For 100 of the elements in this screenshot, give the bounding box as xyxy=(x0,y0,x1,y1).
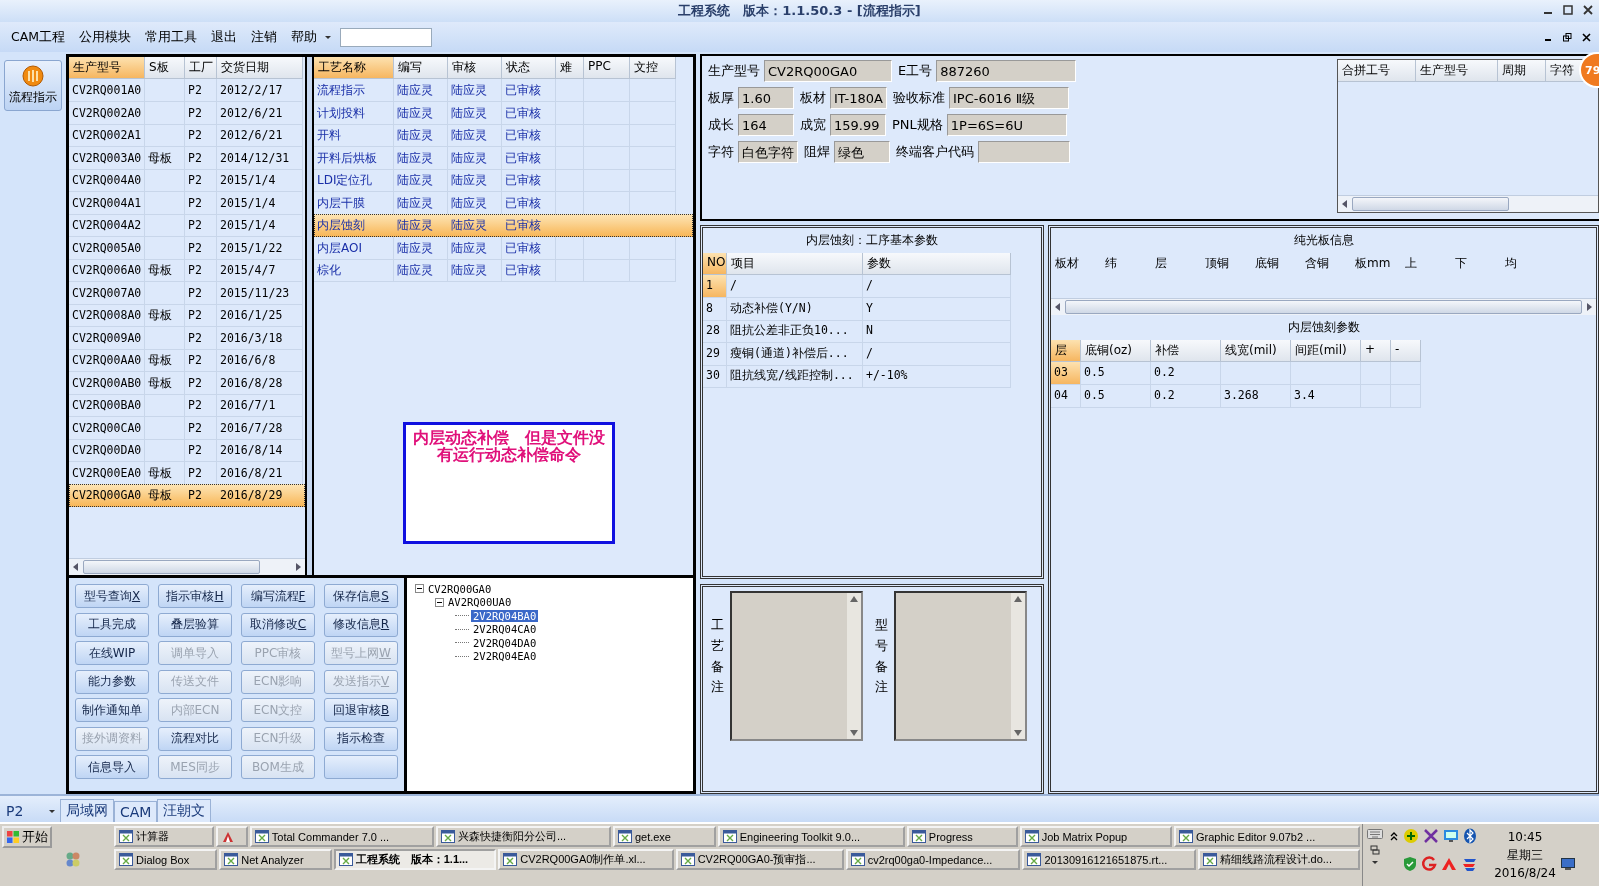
column-header[interactable]: 生产型号 xyxy=(1416,60,1498,82)
column-header[interactable]: 字符 xyxy=(1546,60,1586,82)
taskbar-button[interactable]: CV2RQ00GA0制作单.xl... xyxy=(498,849,674,870)
factory-dropdown[interactable]: P2 xyxy=(0,803,60,822)
scroll-left-icon[interactable] xyxy=(1055,303,1061,311)
text-field[interactable]: 1.60 xyxy=(738,87,794,109)
plus-icon[interactable] xyxy=(1403,828,1419,844)
taskbar-button[interactable]: Dialog Box xyxy=(114,849,218,870)
table-row[interactable]: 开料 陆应灵 陆应灵 已审核 xyxy=(314,124,693,147)
column-header[interactable]: 间距(mil) xyxy=(1291,340,1361,362)
table-row[interactable]: 内层蚀刻 陆应灵 陆应灵 已审核 xyxy=(314,214,693,237)
tree-item[interactable]: 2V2RQ04DA0 xyxy=(471,636,539,649)
column-header[interactable]: 底铜 xyxy=(1251,253,1301,274)
text-field[interactable]: IT-180A xyxy=(830,87,887,109)
table-row[interactable]: CV2RQ00AB0 母板 P2 2016/8/28 xyxy=(69,371,305,394)
text-field[interactable]: CV2RQ00GA0 xyxy=(764,60,892,82)
table-row[interactable]: CV2RQ00AA0 母板 P2 2016/6/8 xyxy=(69,349,305,372)
text-field[interactable]: 白色字符 xyxy=(738,141,798,163)
column-header[interactable]: 审核 xyxy=(448,57,502,79)
table-row[interactable]: CV2RQ003A0 母板 P2 2014/12/31 xyxy=(69,146,305,169)
column-header[interactable]: 下 xyxy=(1451,253,1501,274)
menu-item[interactable]: 常用工具 xyxy=(138,28,205,46)
column-header[interactable]: 板mm xyxy=(1351,253,1401,274)
close-icon[interactable] xyxy=(1582,32,1591,42)
dropdown-arrow-icon[interactable] xyxy=(1371,860,1379,865)
action-button[interactable]: 型号查询X xyxy=(75,584,149,608)
horizontal-scrollbar[interactable] xyxy=(69,558,305,575)
column-header[interactable]: 顶铜 xyxy=(1201,253,1251,274)
column-header[interactable]: 纬 xyxy=(1101,253,1151,274)
action-button[interactable]: 取消修改C xyxy=(241,612,315,637)
taskbar-button[interactable]: Total Commander 7.0 ... xyxy=(249,826,434,847)
scroll-right-icon[interactable] xyxy=(1586,303,1592,311)
taskbar-button[interactable]: 兴森快捷衡阳分公司... xyxy=(435,826,611,847)
table-row[interactable]: CV2RQ009A0 P2 2016/3/18 xyxy=(69,326,305,349)
scroll-right-icon[interactable] xyxy=(295,563,301,571)
nav-button[interactable]: 流程指示 xyxy=(4,60,62,111)
table-row[interactable]: 内层AOI 陆应灵 陆应灵 已审核 xyxy=(314,236,693,259)
table-row[interactable]: CV2RQ005A0 P2 2015/1/22 xyxy=(69,236,305,259)
menu-item[interactable]: CAM工程 xyxy=(4,28,73,46)
scroll-left-icon[interactable] xyxy=(1342,200,1348,208)
scroll-up-icon[interactable] xyxy=(1014,596,1022,602)
action-button[interactable]: 编写流程F xyxy=(241,584,315,608)
text-field[interactable]: IPC-6016 Ⅱ级 xyxy=(949,87,1069,109)
table-row[interactable]: LDI定位孔 陆应灵 陆应灵 已审核 xyxy=(314,169,693,192)
taskbar-button[interactable]: 工程系统 版本：1.1... xyxy=(333,849,497,870)
action-button[interactable]: 指示审核H xyxy=(158,584,232,608)
tree-item[interactable]: AV2RQ00UA0 xyxy=(446,596,514,609)
text-field[interactable]: 159.99 xyxy=(830,114,886,136)
action-button[interactable]: 流程对比 xyxy=(158,726,232,751)
column-header[interactable]: 含铜 xyxy=(1301,253,1351,274)
table-row[interactable]: 棕化 陆应灵 陆应灵 已审核 xyxy=(314,259,693,282)
taskbar-button[interactable] xyxy=(215,826,248,847)
table-row[interactable]: CV2RQ00CA0 P2 2016/7/28 xyxy=(69,416,305,439)
taskbar-button[interactable]: Net Analyzer xyxy=(219,849,332,870)
horizontal-scrollbar[interactable] xyxy=(1051,298,1596,315)
collapse-icon[interactable] xyxy=(415,584,424,594)
menu-item[interactable]: 退出 xyxy=(204,28,245,46)
action-button[interactable]: 叠层验算 xyxy=(158,612,232,637)
column-header[interactable]: 上 xyxy=(1401,253,1451,274)
taskbar-button[interactable]: Job Matrix Popup xyxy=(1019,826,1173,847)
column-header[interactable]: 生产型号 xyxy=(69,57,145,79)
status-tab[interactable]: 汪朝文 xyxy=(157,799,212,822)
table-row[interactable]: CV2RQ008A0 母板 P2 2016/1/25 xyxy=(69,304,305,327)
taskbar-button[interactable]: 计算器 xyxy=(114,826,214,847)
scroll-left-icon[interactable] xyxy=(73,563,79,571)
table-row[interactable]: CV2RQ007A0 P2 2015/11/23 xyxy=(69,281,305,304)
tree-item[interactable]: 2V2RQ04BA0 xyxy=(471,609,539,622)
column-header[interactable]: 交货日期 xyxy=(217,57,303,79)
column-header[interactable]: 编写 xyxy=(394,57,448,79)
column-header[interactable]: 工艺名称 xyxy=(314,57,394,79)
action-button[interactable]: 工具完成 xyxy=(75,612,149,637)
table-row[interactable]: CV2RQ006A0 母板 P2 2015/4/7 xyxy=(69,259,305,282)
column-header[interactable]: 底铜(oz) xyxy=(1081,340,1151,362)
monitor-icon[interactable] xyxy=(1443,828,1459,844)
taskbar-button[interactable]: Graphic Editor 9.07b2 ... xyxy=(1174,826,1361,847)
start-button[interactable]: 开始 xyxy=(2,826,52,848)
tree-item[interactable]: 2V2RQ04CA0 xyxy=(471,623,539,636)
column-header[interactable]: PPC xyxy=(584,57,630,79)
cross-icon[interactable] xyxy=(1423,828,1439,844)
taskbar-button[interactable]: 精细线路流程设计.do... xyxy=(1197,849,1361,870)
keyboard-icon[interactable] xyxy=(1367,828,1383,840)
action-button[interactable]: 能力参数 xyxy=(75,669,149,694)
vertical-scrollbar[interactable] xyxy=(847,593,861,739)
table-row[interactable]: 流程指示 陆应灵 陆应灵 已审核 xyxy=(314,79,693,102)
text-field[interactable]: 887260 xyxy=(936,60,1077,82)
table-row[interactable]: 开料后烘板 陆应灵 陆应灵 已审核 xyxy=(314,146,693,169)
column-header[interactable]: 难 xyxy=(556,57,584,79)
column-header[interactable]: NO xyxy=(703,253,727,275)
spiral-icon[interactable] xyxy=(1421,856,1437,872)
table-row[interactable]: CV2RQ002A0 P2 2012/6/21 xyxy=(69,101,305,124)
taskbar-button[interactable]: cv2rq00ga0-Impedance... xyxy=(845,849,1021,870)
shield-icon[interactable] xyxy=(1403,856,1417,872)
chevron-up-icon[interactable] xyxy=(1389,831,1399,841)
remark-field[interactable] xyxy=(894,591,1027,741)
column-header[interactable]: 状态 xyxy=(502,57,556,79)
menu-item[interactable]: 注销 xyxy=(244,28,285,46)
taskbar-button[interactable]: 20130916121651875.rt... xyxy=(1022,849,1196,870)
table-row[interactable]: 计划投料 陆应灵 陆应灵 已审核 xyxy=(314,101,693,124)
column-header[interactable]: 均 xyxy=(1501,253,1551,274)
mountain-icon[interactable] xyxy=(1441,856,1457,872)
